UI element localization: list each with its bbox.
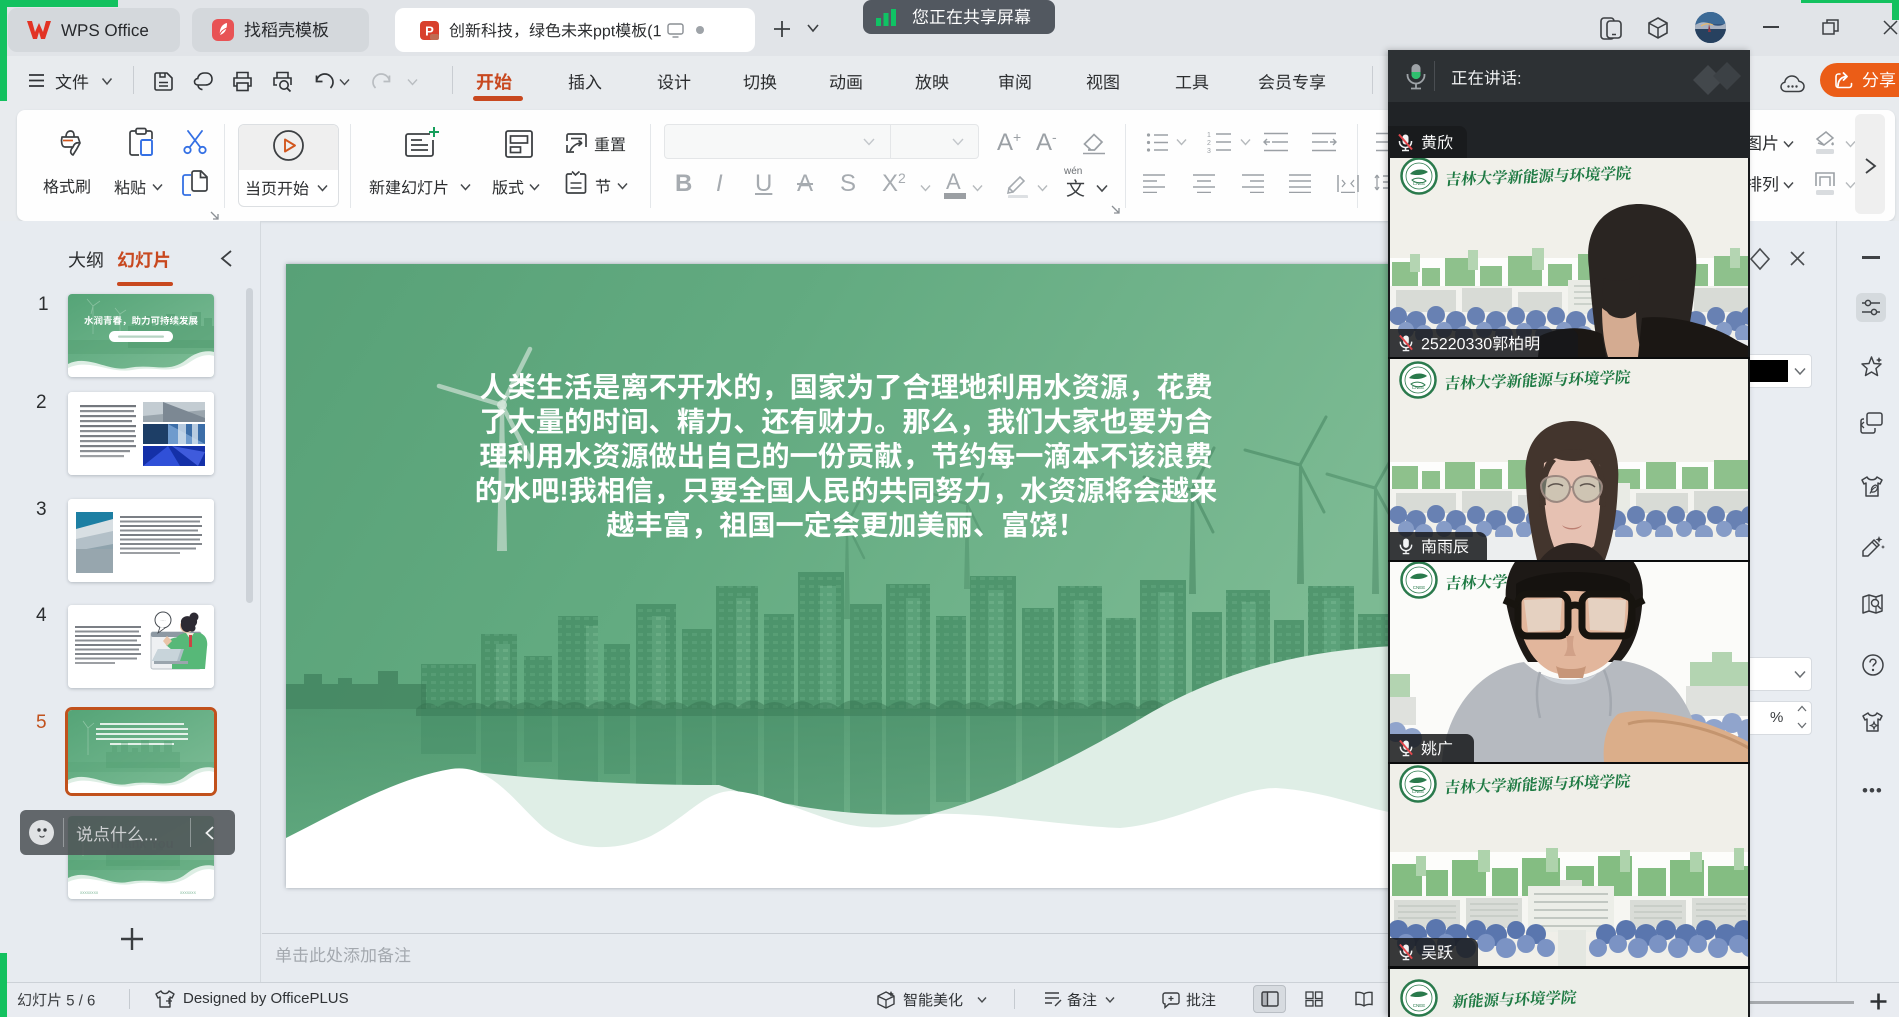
svg-text:CNEE: CNEE	[1413, 181, 1426, 186]
svg-text:3: 3	[1207, 148, 1211, 153]
svg-text:CNEE: CNEE	[1413, 585, 1426, 590]
svg-text:P: P	[425, 23, 434, 38]
svg-text:CNEE: CNEE	[1413, 1003, 1426, 1008]
svg-text:1: 1	[1207, 132, 1211, 139]
svg-text:····: ····	[160, 618, 165, 623]
svg-text:XXXXXXXX: XXXXXXXX	[80, 891, 99, 895]
svg-text:CNEE: CNEE	[1412, 385, 1425, 390]
svg-text:CNEE: CNEE	[1412, 789, 1425, 794]
svg-text:2: 2	[1207, 140, 1211, 147]
svg-text:XXXXXXX: XXXXXXX	[180, 891, 197, 895]
